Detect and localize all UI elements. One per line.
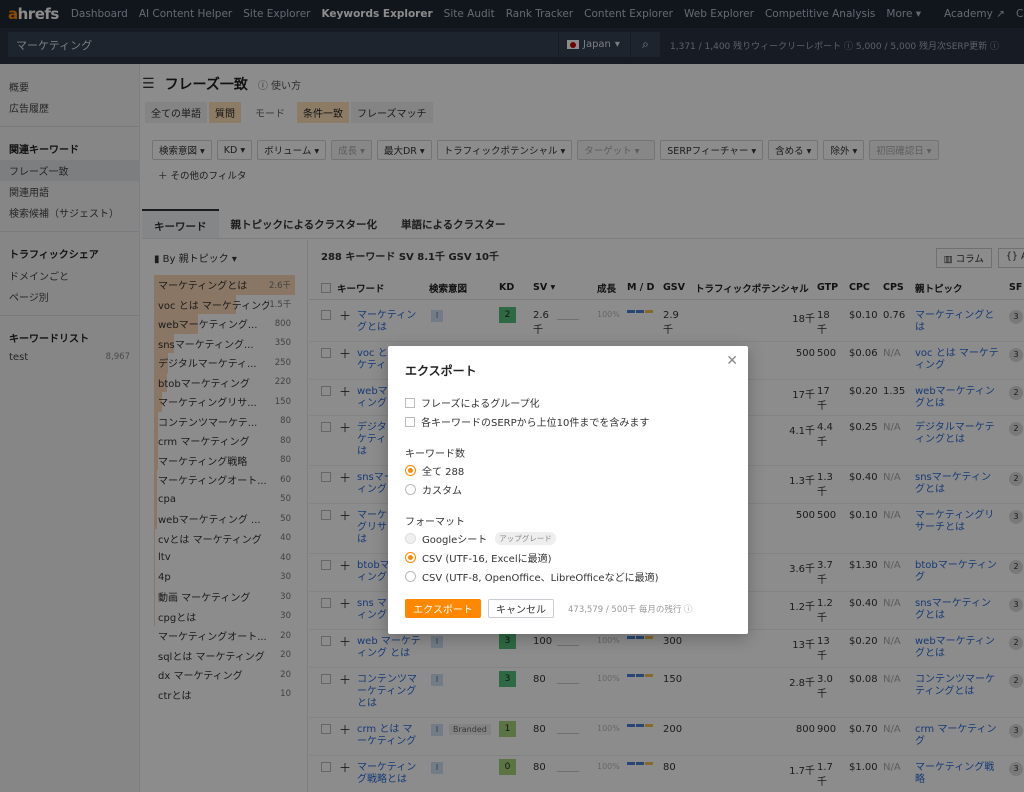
include-top10-checkbox[interactable]: 各キーワードのSERPから上位10件までを含みます [405,414,649,429]
group-by-phrase-checkbox[interactable]: フレーズによるグループ化 [405,395,540,410]
radio-disabled[interactable] [405,533,416,544]
radio-custom[interactable]: カスタム [405,482,462,497]
export-button[interactable]: エクスポート [405,599,481,618]
close-icon[interactable]: ✕ [726,353,738,369]
export-dialog-title: エクスポート [405,364,477,378]
radio-all[interactable]: 全て 288 [405,463,464,478]
checkbox[interactable] [405,397,415,408]
format-label: フォーマット [405,517,465,528]
radio-google-sheets[interactable]: Googleシート アップグレード [405,531,556,546]
keyword-count-label: キーワード数 [405,449,465,460]
radio[interactable] [405,571,416,582]
cancel-button[interactable]: キャンセル [488,599,554,618]
monthly-rows-remaining: 473,579 / 500千 毎月の残行 ⓘ [568,605,693,615]
radio[interactable] [405,484,416,495]
radio-label: CSV (UTF-16, Excelに最適) [422,554,552,565]
radio-selected[interactable] [405,465,416,476]
radio-label: カスタム [422,486,462,497]
upgrade-badge[interactable]: アップグレード [495,532,556,545]
radio-label: CSV (UTF-8, OpenOffice、LibreOfficeなどに最適) [422,573,659,584]
radio-csv-utf16[interactable]: CSV (UTF-16, Excelに最適) [405,550,552,565]
checkbox[interactable] [405,416,415,427]
radio-csv-utf8[interactable]: CSV (UTF-8, OpenOffice、LibreOfficeなどに最適) [405,569,659,584]
export-dialog: エクスポート ✕ フレーズによるグループ化 各キーワードのSERPから上位10件… [388,346,748,634]
checkbox-label: フレーズによるグループ化 [421,399,540,410]
checkbox-label: 各キーワードのSERPから上位10件までを含みます [421,418,650,429]
radio-label: 全て 288 [422,467,465,478]
radio-selected[interactable] [405,552,416,563]
radio-label: Googleシート [422,535,488,546]
